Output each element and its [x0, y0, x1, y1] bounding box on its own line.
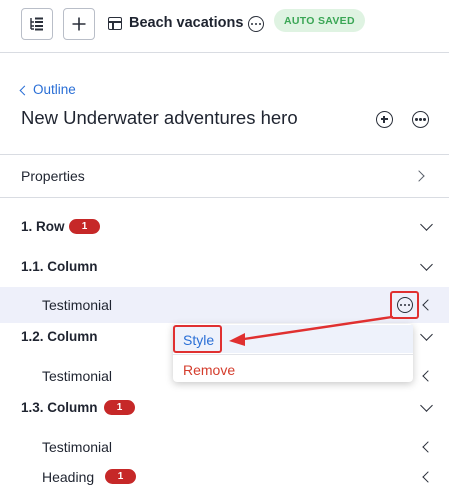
chevron-left-icon[interactable] — [422, 471, 434, 483]
tree-row-column-1-1[interactable]: 1.1. Column — [0, 252, 449, 282]
tree-row-label: 1.2. Column — [21, 329, 98, 344]
top-toolbar: Beach vacations AUTO SAVED — [0, 0, 449, 50]
chevron-left-icon[interactable] — [422, 441, 434, 453]
tree-row-label: 1.3. Column — [21, 400, 98, 415]
outline-tree-icon — [30, 17, 43, 31]
tree-row-row-1[interactable]: 1. Row 1 — [0, 212, 449, 242]
plus-icon — [72, 17, 86, 31]
chevron-down-icon[interactable] — [420, 399, 433, 412]
count-badge: 1 — [104, 400, 135, 415]
tree-row-testimonial-selected[interactable]: Testimonial — [0, 287, 449, 323]
tree-row-heading[interactable]: Heading 1 — [0, 462, 449, 492]
outline-toggle-button[interactable] — [21, 8, 53, 40]
tree-row-testimonial[interactable]: Testimonial — [0, 432, 449, 462]
tree-row-label: Testimonial — [42, 368, 113, 384]
back-to-outline-link[interactable]: Outline — [19, 82, 76, 97]
count-badge: 1 — [69, 219, 100, 234]
highlight-annotation-box — [173, 325, 222, 353]
document-title[interactable]: Beach vacations — [129, 15, 243, 31]
tree-row-label: 1.1. Column — [21, 259, 98, 274]
properties-divider — [0, 197, 449, 198]
highlight-annotation-box — [390, 291, 419, 319]
chevron-down-icon[interactable] — [420, 218, 433, 231]
count-badge: 1 — [105, 469, 136, 484]
properties-label: Properties — [21, 168, 85, 184]
back-link-label: Outline — [33, 82, 76, 97]
chevron-left-icon[interactable] — [422, 370, 434, 382]
tree-row-label: Heading — [42, 469, 95, 485]
menu-item-remove[interactable]: Remove — [173, 355, 413, 383]
add-circle-icon[interactable] — [376, 111, 393, 128]
chevron-down-icon[interactable] — [420, 328, 433, 341]
menu-item-label: Remove — [183, 362, 236, 378]
tree-row-label: Testimonial — [42, 297, 113, 313]
chevron-left-icon — [19, 85, 30, 95]
page-title: New Underwater adventures hero — [21, 107, 298, 128]
layout-icon — [108, 17, 122, 30]
document-more-icon[interactable] — [248, 16, 264, 32]
toolbar-divider — [0, 52, 449, 53]
chevron-left-icon[interactable] — [422, 299, 434, 311]
auto-saved-badge: AUTO SAVED — [274, 9, 365, 32]
tree-row-column-1-3[interactable]: 1.3. Column 1 — [0, 393, 449, 423]
tree-row-label: Testimonial — [42, 439, 113, 455]
header-more-icon[interactable] — [412, 111, 429, 128]
properties-row[interactable]: Properties — [0, 155, 449, 197]
chevron-down-icon[interactable] — [420, 258, 433, 271]
chevron-right-icon — [413, 170, 425, 182]
add-button[interactable] — [63, 8, 95, 40]
tree-row-label: 1. Row — [21, 219, 65, 234]
